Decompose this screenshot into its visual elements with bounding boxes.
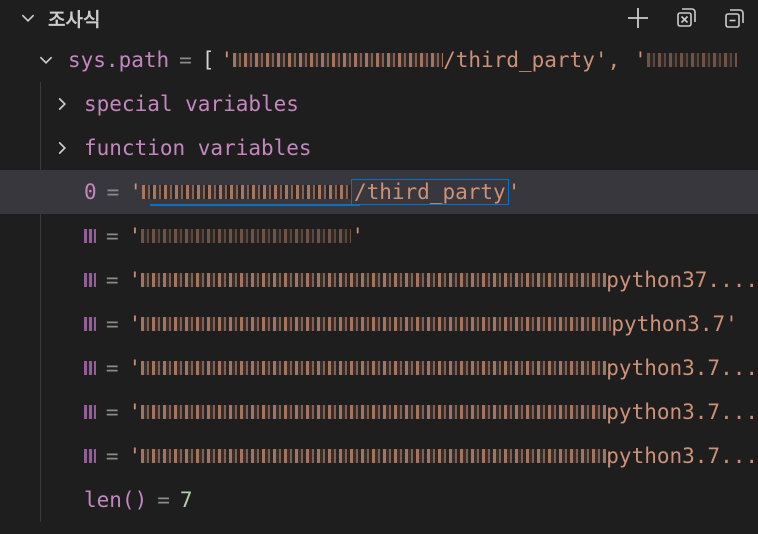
redacted-path xyxy=(233,53,444,67)
redacted-index xyxy=(84,361,96,375)
focus-underline xyxy=(150,204,360,206)
redacted-path xyxy=(141,317,612,331)
len-label: len() xyxy=(84,488,148,512)
plus-icon xyxy=(628,8,648,28)
redacted-path xyxy=(141,229,352,243)
item-quote: ' xyxy=(128,444,142,468)
item-value-tail: python3.7... xyxy=(606,356,758,380)
chevron-down-icon[interactable] xyxy=(16,6,40,30)
len-value: 7 xyxy=(179,488,193,512)
equals-sign: = xyxy=(105,356,119,380)
group-label: function variables xyxy=(84,136,312,160)
redacted-index xyxy=(84,449,96,463)
equals-sign: = xyxy=(106,224,119,248)
item-index: 0 xyxy=(84,180,97,204)
equals-sign: = xyxy=(179,48,192,72)
tree-item-5[interactable]: = ' python3.7... xyxy=(0,390,758,434)
expression-name: sys.path xyxy=(68,48,170,72)
item-value-tail: python37.... xyxy=(606,268,758,292)
summary-open: [ xyxy=(201,48,215,72)
selected-text-highlight: /third_party xyxy=(350,179,509,205)
watch-expression-row[interactable]: sys.path = [ ' /third_party', ' xyxy=(0,38,758,82)
item-value-tail: python3.7' xyxy=(611,312,738,336)
panel-title: 조사식 xyxy=(48,8,101,31)
summary-quote: ' xyxy=(220,48,234,72)
redacted-index xyxy=(84,317,96,331)
item-quote: ' xyxy=(128,268,142,292)
tree-item-4[interactable]: = ' python3.7... xyxy=(0,346,758,390)
redacted-path xyxy=(141,273,607,287)
item-quote: ' xyxy=(128,356,142,380)
tree-item-0[interactable]: 0 = ' /third_party ' xyxy=(0,170,758,214)
watch-panel: 조사식 sys.path = [' /third_party', ' spec… xyxy=(0,0,758,534)
redacted-path xyxy=(141,449,607,463)
redacted-path xyxy=(141,405,607,419)
summary-second-head: ' xyxy=(634,48,647,72)
equals-sign: = xyxy=(105,444,119,468)
chevron-right-icon[interactable] xyxy=(50,92,74,116)
redacted-index xyxy=(84,229,96,243)
redacted-path xyxy=(646,53,737,67)
panel-actions xyxy=(624,4,748,32)
item-quote: ' xyxy=(129,180,142,204)
remove-all-button[interactable] xyxy=(720,4,748,32)
item-quote: ' xyxy=(128,312,142,336)
equals-sign: = xyxy=(106,312,119,336)
item-value-tail: /third_party xyxy=(353,180,506,204)
tree-item-3[interactable]: = ' python3.7' xyxy=(0,302,758,346)
equals-sign: = xyxy=(105,400,119,424)
equals-sign: = xyxy=(157,488,170,512)
tree-group-function-variables[interactable]: function variables xyxy=(0,126,758,170)
redacted-index xyxy=(84,273,96,287)
tree-item-len[interactable]: len() = 7 xyxy=(0,478,758,522)
close-all-icon xyxy=(725,9,744,28)
chevron-down-icon[interactable] xyxy=(34,48,58,72)
collapse-icon xyxy=(677,8,696,27)
collapse-all-button[interactable] xyxy=(672,4,700,32)
equals-sign: = xyxy=(105,268,119,292)
redacted-path xyxy=(141,361,607,375)
item-close-quote: ' xyxy=(507,180,521,204)
item-value-tail: python3.7... xyxy=(606,444,758,468)
chevron-right-icon[interactable] xyxy=(50,136,74,160)
add-expression-button[interactable] xyxy=(624,4,652,32)
redacted-path xyxy=(141,185,352,199)
group-label: special variables xyxy=(84,92,299,116)
summary-first-tail: /third_party', xyxy=(443,48,621,72)
redacted-index xyxy=(84,405,96,419)
tree-group-special-variables[interactable]: special variables xyxy=(0,82,758,126)
tree-item-6[interactable]: = ' python3.7... xyxy=(0,434,758,478)
equals-sign: = xyxy=(106,180,120,204)
item-value-tail: ' xyxy=(351,224,364,248)
item-quote: ' xyxy=(128,400,142,424)
tree-item-1[interactable]: = ' ' xyxy=(0,214,758,258)
item-value-tail: python3.7... xyxy=(606,400,758,424)
tree-item-2[interactable]: = ' python37.... xyxy=(0,258,758,302)
watch-panel-header[interactable]: 조사식 xyxy=(0,0,758,36)
item-quote: ' xyxy=(128,224,142,248)
